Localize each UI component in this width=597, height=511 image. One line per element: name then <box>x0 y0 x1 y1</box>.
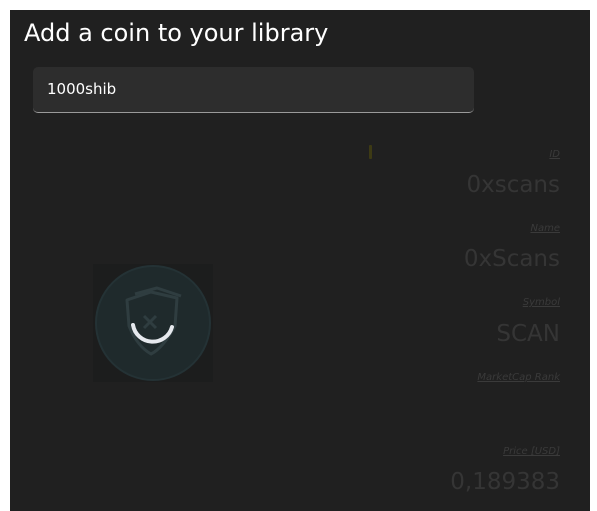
symbol-value: SCAN <box>496 321 560 347</box>
coin-search-input[interactable] <box>47 67 467 111</box>
dialog-title: Add a coin to your library <box>24 19 329 47</box>
id-value: 0xscans <box>466 172 560 198</box>
loading-indicator <box>369 145 372 159</box>
name-label: Name <box>530 223 560 234</box>
name-value: 0xScans <box>463 246 560 272</box>
add-coin-dialog: Add a coin to your library ID 0xscans Na… <box>10 10 590 511</box>
price-value: 0,189383 <box>450 469 560 495</box>
coin-logo <box>93 264 213 382</box>
price-label: Price [USD] <box>503 446 560 457</box>
marketcap-rank-label: MarketCap Rank <box>477 372 560 383</box>
search-box[interactable] <box>33 67 474 113</box>
symbol-label: Symbol <box>522 297 560 308</box>
loading-spinner-icon <box>131 323 174 344</box>
id-label: ID <box>549 149 560 160</box>
